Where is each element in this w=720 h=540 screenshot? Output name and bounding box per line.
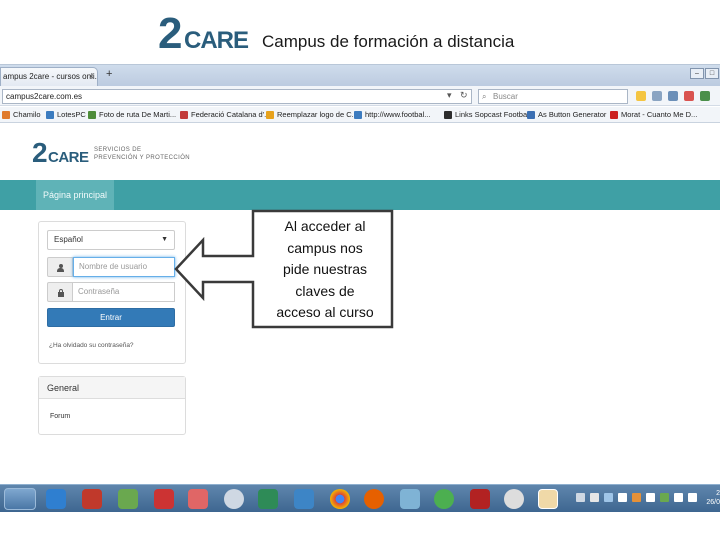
app-icon[interactable] bbox=[434, 489, 454, 509]
bookmark-item[interactable]: http://www.footbal... bbox=[354, 110, 430, 119]
username-group: Nombre de usuario bbox=[47, 257, 175, 277]
2care-logo: 2 CARE bbox=[158, 10, 250, 52]
username-input[interactable]: Nombre de usuario bbox=[73, 257, 175, 277]
tray-icon[interactable] bbox=[632, 493, 641, 502]
search-input[interactable]: ⌕ Buscar bbox=[478, 89, 628, 104]
bookmark-favicon bbox=[444, 110, 452, 119]
tray-icon[interactable] bbox=[576, 493, 585, 502]
tray-icon[interactable] bbox=[674, 493, 683, 502]
minimize-icon[interactable]: – bbox=[690, 68, 704, 79]
new-tab-button[interactable]: + bbox=[106, 68, 112, 80]
tab-label: ampus 2care - cursos onli... bbox=[3, 72, 98, 81]
site-tagline: SERVICIOS DE bbox=[94, 147, 142, 153]
firefox-icon[interactable] bbox=[364, 489, 384, 509]
itunes-icon[interactable] bbox=[504, 489, 524, 509]
lock-icon bbox=[58, 289, 64, 297]
download-icon[interactable] bbox=[668, 91, 678, 101]
address-bar[interactable]: campus2care.com.es bbox=[2, 89, 472, 104]
svg-text:2: 2 bbox=[32, 137, 48, 165]
windows-taskbar: 2 26/0 bbox=[0, 484, 720, 512]
chrome-icon[interactable] bbox=[330, 489, 350, 509]
site-logo[interactable]: 2 CARE bbox=[32, 137, 92, 165]
language-select[interactable]: Español ▼ bbox=[47, 230, 175, 250]
caret-down-icon: ▼ bbox=[161, 236, 168, 243]
bookmark-favicon bbox=[266, 110, 274, 119]
tray-icon[interactable] bbox=[590, 493, 599, 502]
app-icon[interactable] bbox=[400, 489, 420, 509]
bookmark-item[interactable]: LotesPC bbox=[46, 110, 86, 119]
tray-icon[interactable] bbox=[660, 493, 669, 502]
bookmark-item[interactable]: Federació Catalana d'... bbox=[180, 110, 270, 119]
bookmark-favicon bbox=[180, 110, 188, 119]
bookmark-favicon bbox=[527, 110, 535, 119]
svg-text:CARE: CARE bbox=[184, 27, 249, 52]
bookmark-item[interactable]: Reemplazar logo de C... bbox=[266, 110, 358, 119]
tab-bar: ampus 2care - cursos onli... × + – □ bbox=[0, 65, 720, 86]
search-icon: ⌕ bbox=[482, 92, 487, 101]
general-card: General Forum bbox=[38, 376, 186, 435]
media-app-icon[interactable] bbox=[188, 489, 208, 509]
reading-list-icon[interactable] bbox=[652, 91, 662, 101]
history-dropdown-icon[interactable]: ▾ bbox=[447, 90, 452, 101]
network-icon[interactable] bbox=[646, 493, 655, 502]
forgot-password-link[interactable]: ¿Ha olvidado su contraseña? bbox=[49, 342, 134, 349]
password-group: Contraseña bbox=[47, 282, 175, 302]
taskbar-clock[interactable]: 2 26/0 bbox=[704, 489, 720, 507]
addon-icon[interactable] bbox=[700, 91, 710, 101]
password-input[interactable]: Contraseña bbox=[73, 282, 175, 302]
home-icon[interactable] bbox=[684, 91, 694, 101]
login-card: Español ▼ Nombre de usuario Contraseña E… bbox=[38, 221, 186, 364]
slide-title: Campus de formación a distancia bbox=[262, 32, 515, 51]
start-button[interactable] bbox=[4, 488, 36, 510]
bookmark-item[interactable]: As Button Generator bbox=[527, 110, 606, 119]
app-icon[interactable] bbox=[118, 489, 138, 509]
bookmark-favicon bbox=[46, 110, 54, 119]
bookmark-star-icon[interactable] bbox=[636, 91, 646, 101]
navigation-bar: campus2care.com.es ▾ ↻ ⌕ Buscar bbox=[0, 86, 720, 106]
site-navbar: Página principal bbox=[0, 180, 720, 210]
bookmark-favicon bbox=[354, 110, 362, 119]
bookmark-item[interactable]: Chamilo bbox=[2, 110, 41, 119]
browser-tab[interactable]: ampus 2care - cursos onli... × bbox=[0, 67, 98, 86]
maximize-icon[interactable]: □ bbox=[705, 68, 719, 79]
flag-icon[interactable] bbox=[618, 493, 627, 502]
svg-text:2: 2 bbox=[158, 10, 182, 52]
app-icon[interactable] bbox=[258, 489, 278, 509]
callout-text: Al acceder al campus nos pide nuestras c… bbox=[276, 218, 374, 321]
clock-app-icon[interactable] bbox=[224, 489, 244, 509]
pin-app-icon[interactable] bbox=[154, 489, 174, 509]
user-icon bbox=[57, 264, 64, 272]
bookmark-item[interactable]: Morat - Cuanto Me D... bbox=[610, 110, 697, 119]
powerpoint-icon[interactable] bbox=[538, 489, 558, 509]
svg-text:CARE: CARE bbox=[48, 149, 89, 165]
site-tagline: PREVENCIÓN Y PROTECCIÓN bbox=[94, 155, 190, 161]
reload-icon[interactable]: ↻ bbox=[460, 90, 468, 101]
bookmarks-bar: Chamilo LotesPC Foto de ruta De Marti...… bbox=[0, 107, 720, 123]
bookmark-item[interactable]: Foto de ruta De Marti... bbox=[88, 110, 176, 119]
nav-home-link[interactable]: Página principal bbox=[36, 180, 114, 210]
bookmark-favicon bbox=[2, 110, 10, 119]
username-addon bbox=[47, 257, 73, 277]
search-placeholder: Buscar bbox=[493, 92, 518, 101]
tray-icon[interactable] bbox=[604, 493, 613, 502]
bookmark-favicon bbox=[610, 110, 618, 119]
password-addon bbox=[47, 282, 73, 302]
app-icon[interactable] bbox=[82, 489, 102, 509]
bookmark-favicon bbox=[88, 110, 96, 119]
general-heading: General bbox=[39, 377, 185, 399]
forum-link[interactable]: Forum bbox=[50, 413, 70, 420]
volume-icon[interactable] bbox=[688, 493, 697, 502]
language-value: Español bbox=[54, 235, 83, 244]
filezilla-icon[interactable] bbox=[470, 489, 490, 509]
bookmark-item[interactable]: Links Sopcast Football bbox=[444, 110, 530, 119]
internet-explorer-icon[interactable] bbox=[294, 489, 314, 509]
login-button[interactable]: Entrar bbox=[47, 308, 175, 327]
ie-app-icon[interactable] bbox=[46, 489, 66, 509]
close-tab-icon[interactable]: × bbox=[89, 72, 94, 82]
